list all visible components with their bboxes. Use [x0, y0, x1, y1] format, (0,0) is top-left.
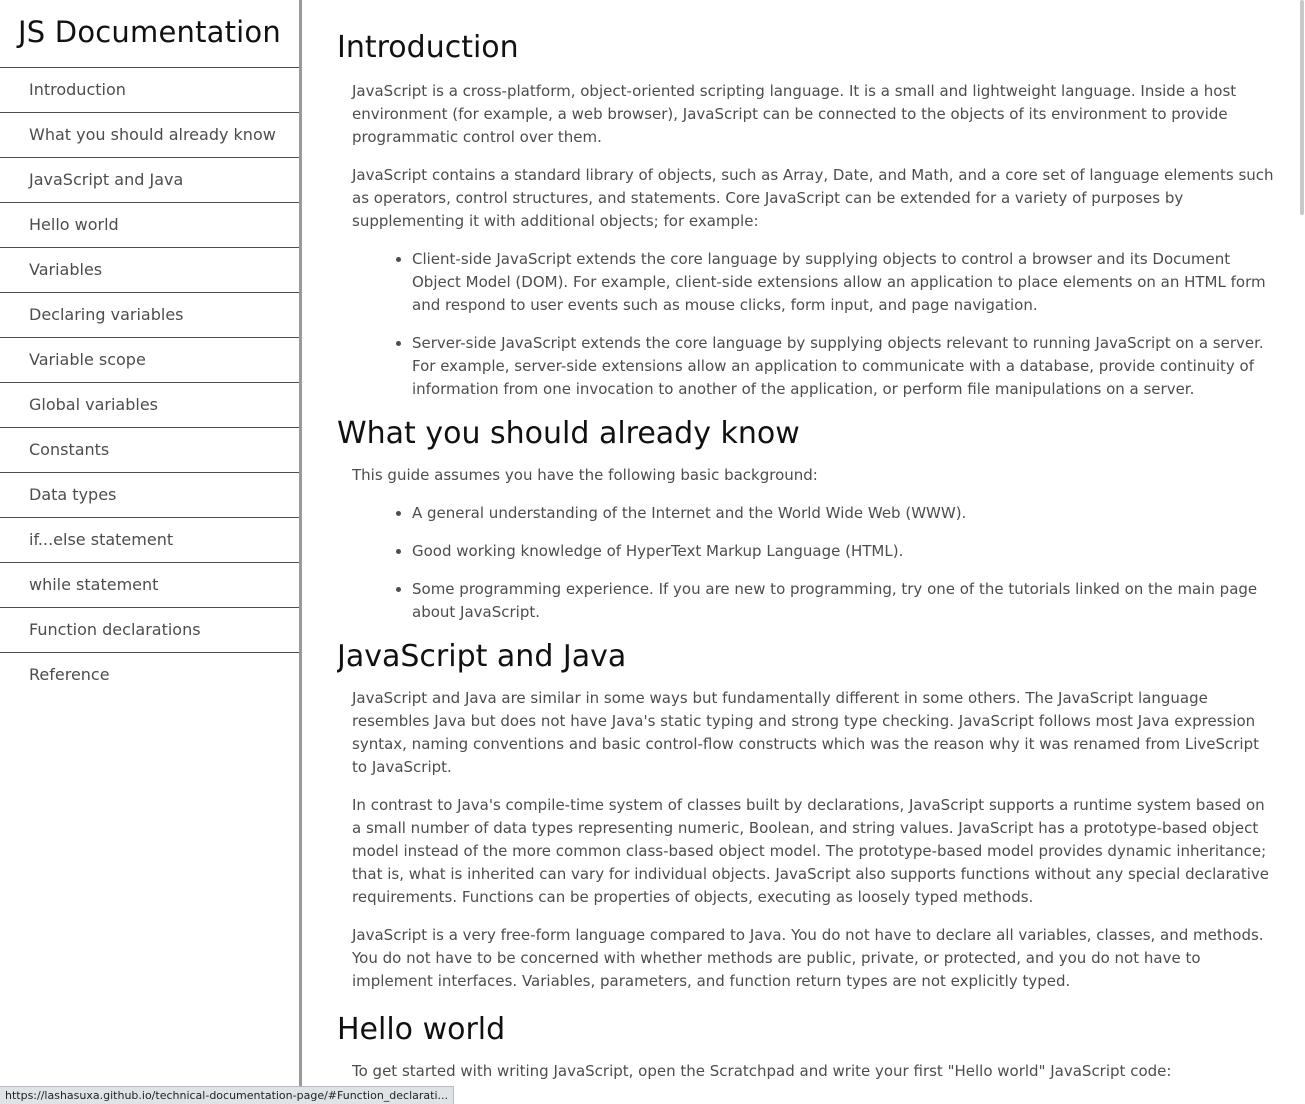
section-what-you-should-already-know: What you should already know This guide …	[337, 416, 1277, 624]
section-heading: Hello world	[337, 1012, 506, 1047]
nav-link-function-declarations[interactable]: Function declarations	[0, 608, 299, 653]
scrollbar-thumb[interactable]	[1300, 0, 1304, 215]
list-item: Some programming experience. If you are …	[412, 578, 1277, 624]
section-paragraph: In contrast to Java's compile-time syste…	[352, 796, 1269, 906]
nav-link-declaring-variables[interactable]: Declaring variables	[0, 293, 299, 338]
nav-link-what-you-should-already-know[interactable]: What you should already know	[0, 113, 299, 158]
section-heading: JavaScript and Java	[337, 639, 627, 674]
section-paragraph: JavaScript contains a standard library o…	[352, 166, 1274, 230]
section-introduction: Introduction JavaScript is a cross-platf…	[337, 0, 1277, 401]
nav-link-if-else-statement[interactable]: if...else statement	[0, 518, 299, 563]
list-item: Server-side JavaScript extends the core …	[412, 332, 1277, 401]
section-paragraph: JavaScript is a cross-platform, object-o…	[352, 82, 1237, 146]
section-paragraph: JavaScript is a very free-form language …	[352, 926, 1264, 990]
nav-link-global-variables[interactable]: Global variables	[0, 383, 299, 428]
nav-link-reference[interactable]: Reference	[0, 653, 299, 698]
bullet-list: Client-side JavaScript extends the core …	[337, 248, 1277, 401]
nav-link-constants[interactable]: Constants	[0, 428, 299, 473]
section-heading: Introduction	[337, 30, 519, 65]
section-paragraph: This guide assumes you have the followin…	[352, 466, 818, 484]
section-javascript-and-java: JavaScript and Java JavaScript and Java …	[337, 639, 1277, 993]
section-heading: What you should already know	[337, 416, 800, 451]
nav-link-variable-scope[interactable]: Variable scope	[0, 338, 299, 383]
main-content: Introduction JavaScript is a cross-platf…	[337, 0, 1277, 1104]
list-item: Good working knowledge of HyperText Mark…	[412, 540, 1277, 563]
nav-link-variables[interactable]: Variables	[0, 248, 299, 293]
navbar: JS Documentation Introduction What you s…	[0, 0, 302, 1104]
nav-link-while-statement[interactable]: while statement	[0, 563, 299, 608]
nav-list: Introduction What you should already kno…	[0, 68, 299, 698]
status-bar-url: https://lashasuxa.github.io/technical-do…	[0, 1086, 455, 1104]
bullet-list: A general understanding of the Internet …	[337, 502, 1277, 624]
section-paragraph: JavaScript and Java are similar in some …	[352, 689, 1260, 776]
nav-link-hello-world[interactable]: Hello world	[0, 203, 299, 248]
section-hello-world: Hello world To get started with writing …	[337, 1008, 1277, 1083]
section-paragraph: To get started with writing JavaScript, …	[352, 1062, 1172, 1080]
list-item: Client-side JavaScript extends the core …	[412, 248, 1277, 317]
nav-link-javascript-and-java[interactable]: JavaScript and Java	[0, 158, 299, 203]
nav-link-data-types[interactable]: Data types	[0, 473, 299, 518]
list-item: A general understanding of the Internet …	[412, 502, 1277, 525]
navbar-title: JS Documentation	[0, 0, 299, 68]
nav-link-introduction[interactable]: Introduction	[0, 68, 299, 113]
